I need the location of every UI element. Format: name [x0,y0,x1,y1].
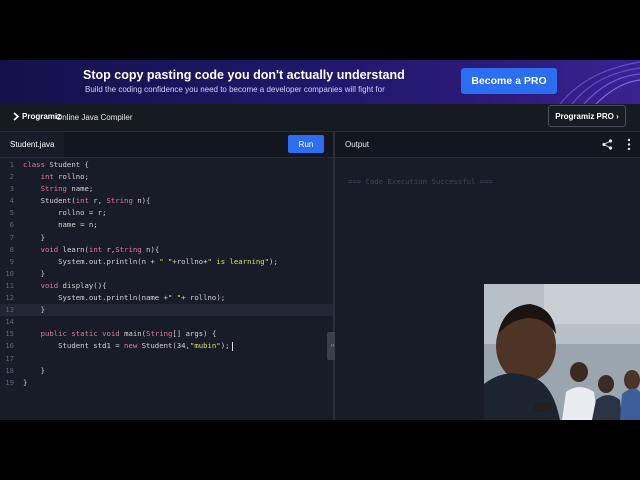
code-line[interactable]: 2 int rollno; [0,171,333,183]
code-line-text: name = n; [23,220,98,230]
code-line-text: public static void main(String[] args) { [40,329,217,339]
code-line-text: class Student { [23,160,89,169]
code-line-text: void learn(int r,String n){ [40,244,160,254]
letterbox-top [0,0,640,60]
code-line-text: } [23,377,28,387]
line-number: 12 [5,293,14,303]
webcam-video-frame [484,284,640,420]
code-line[interactable]: 18 } [0,365,333,377]
code-line[interactable]: 19} [0,377,333,389]
code-line-text: System.out.println(n + " "+rollno+" is l… [23,256,278,266]
become-pro-button[interactable]: Become a PRO [461,68,557,94]
banner-subtext: Build the coding confidence you need to … [85,85,385,94]
promo-banner: Stop copy pasting code you don't actuall… [0,60,640,104]
file-tab-student-java[interactable]: Student.java [0,132,65,157]
programiz-pro-button[interactable]: Programiz PRO › [548,105,626,127]
output-console-text: === Code Execution Successful === [348,177,493,186]
line-number: 5 [9,208,14,218]
code-line[interactable]: 7 } [0,232,333,244]
line-number: 7 [9,232,14,242]
line-number: 16 [5,341,14,351]
more-vertical-icon[interactable] [626,138,632,151]
share-icon[interactable] [602,139,613,150]
top-bar: Programiz Online Java Compiler Programiz… [0,104,640,132]
code-line[interactable]: 6 name = n; [0,219,333,231]
line-number: 14 [5,317,14,327]
line-number: 11 [5,280,14,290]
page-title: Online Java Compiler [56,113,133,122]
code-area[interactable]: 1 class Student {2 int rollno; 3 String na… [0,159,333,389]
programiz-logo[interactable]: Programiz [13,112,61,121]
line-number: 3 [9,184,14,194]
code-line[interactable]: 3 String name; [0,183,333,195]
code-line[interactable]: 4 Student(int r, String n){ [0,195,333,207]
code-line[interactable]: 11 void display(){ [0,280,333,292]
line-number: 8 [9,244,14,254]
run-button[interactable]: Run [288,135,324,153]
line-number: 10 [5,268,14,278]
code-line[interactable]: 14 [0,316,333,328]
code-line-text: } [23,305,45,315]
line-number: 15 [5,329,14,339]
line-number: 17 [5,353,14,363]
output-header: Output [335,132,640,158]
line-number: 6 [9,220,14,230]
line-number: 4 [9,196,14,206]
line-number: 9 [9,256,14,266]
code-line[interactable]: 9 System.out.println(n + " "+rollno+" is… [0,256,333,268]
programiz-logo-icon [13,112,20,121]
code-line[interactable]: 8 void learn(int r,String n){ [0,244,333,256]
text-cursor [231,341,233,351]
code-line[interactable]: 17 [0,353,333,365]
code-line[interactable]: 12 System.out.println(name +" "+ rollno)… [0,292,333,304]
code-line-text: System.out.println(name +" "+ rollno); [23,293,226,303]
code-line[interactable]: 1 class Student { [0,159,333,171]
banner-headline: Stop copy pasting code you don't actuall… [83,68,405,82]
line-number: 1 [9,160,14,169]
banner-decoration [559,61,640,104]
code-line[interactable]: 15 public static void main(String[] args… [0,328,333,340]
code-line-text: Student std1 = new Student(34,"mubin"); [23,340,233,352]
line-number: 18 [5,365,14,375]
code-line-text: rollno = r; [23,208,107,218]
code-line-text: } [23,268,45,278]
webcam-overlay [484,284,640,420]
code-line-text: } [23,232,45,242]
line-number: 19 [5,377,14,387]
code-line-text: String name; [40,184,94,194]
code-line-text: void display(){ [40,280,107,290]
code-line-text: } [23,365,45,375]
code-line[interactable]: 13 } [0,304,333,317]
line-number: 2 [9,172,14,182]
code-editor-pane: Student.java Run 1 class Student { 2 int r… [0,132,333,420]
code-line[interactable]: 16 Student std1 = new Student(34,"mubin"… [0,340,333,352]
letterbox-bottom [0,420,640,480]
output-title: Output [345,140,370,149]
code-line[interactable]: 5 rollno = r; [0,207,333,219]
line-number: 13 [5,305,14,315]
compiler-app: Stop copy pasting code you don't actuall… [0,60,640,420]
code-line[interactable]: 10 } [0,268,333,280]
code-line-text: Student(int r, String n){ [23,196,151,206]
editor-tab-bar: Student.java Run [0,132,333,158]
code-line-text: int rollno; [40,172,89,182]
